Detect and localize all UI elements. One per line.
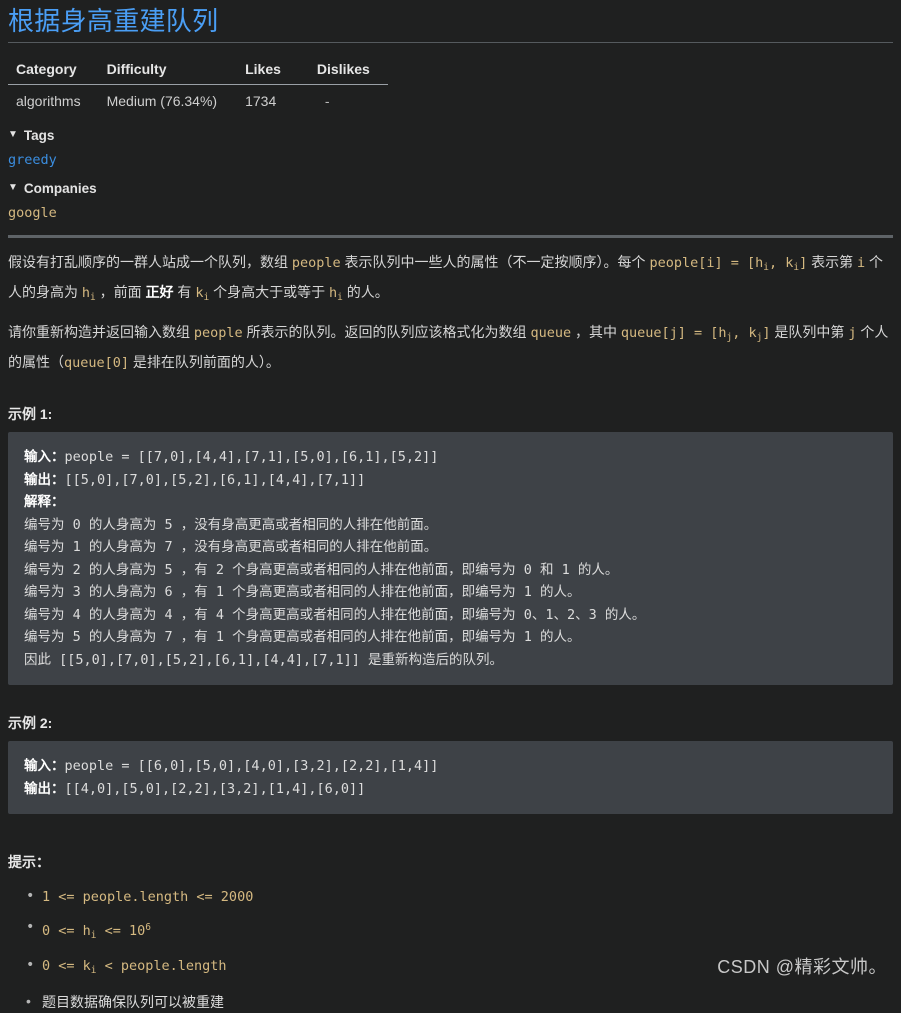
desc1-text-6: 有 bbox=[174, 284, 196, 300]
desc1-text-8: 的人。 bbox=[343, 284, 389, 300]
column-header-likes: Likes bbox=[235, 59, 299, 85]
hints-heading: 提示： bbox=[8, 852, 893, 872]
example1-input-label: 输入： bbox=[24, 449, 65, 465]
description-paragraph-1: 假设有打乱顺序的一群人站成一个队列，数组 people 表示队列中一些人的属性（… bbox=[8, 250, 893, 310]
hint3-pre: 0 <= k bbox=[42, 958, 91, 974]
example-2-heading: 示例 2: bbox=[8, 713, 893, 733]
example-1-heading: 示例 1: bbox=[8, 404, 893, 424]
cell-category: algorithms bbox=[8, 85, 99, 116]
desc1-code-h-1: h bbox=[82, 285, 90, 301]
desc2-text-4: 是队列中第 bbox=[771, 324, 849, 340]
desc2-text-1: 请你重新构造并返回输入数组 bbox=[8, 324, 194, 340]
example1-explain-label: 解释： bbox=[24, 494, 65, 510]
example2-input-label: 输入： bbox=[24, 758, 65, 774]
column-header-category: Category bbox=[8, 59, 99, 85]
desc1-code-i: i bbox=[857, 255, 865, 271]
cell-difficulty: Medium (76.34%) bbox=[99, 85, 236, 116]
desc2-code-bracket: ] bbox=[762, 325, 770, 341]
cell-dislikes: - bbox=[299, 85, 388, 116]
example1-explain-line-1: 编号为 1 的人身高为 7 ，没有身高更高或者相同的人排在他前面。 bbox=[24, 539, 437, 555]
example1-input-value: people = [[7,0],[4,4],[7,1],[5,0],[6,1],… bbox=[65, 449, 439, 465]
example1-explain-line-4: 编号为 4 的人身高为 4 ，有 4 个身高更高或者相同的人排在他前面，即编号为… bbox=[24, 607, 645, 623]
example1-explain-line-0: 编号为 0 的人身高为 5 ，没有身高更高或者相同的人排在他前面。 bbox=[24, 517, 437, 533]
desc2-text-3: ，其中 bbox=[571, 324, 621, 340]
companies-section-label: Companies bbox=[24, 180, 97, 198]
desc1-code-hi: hi bbox=[82, 285, 96, 301]
cell-likes: 1734 bbox=[235, 85, 299, 116]
content-divider bbox=[8, 235, 893, 238]
tags-section-label: Tags bbox=[24, 127, 55, 145]
problem-meta-table: Category Difficulty Likes Dislikes algor… bbox=[8, 59, 388, 115]
column-header-dislikes: Dislikes bbox=[299, 59, 388, 85]
description-paragraph-2: 请你重新构造并返回输入数组 people 所表示的队列。返回的队列应该格式化为数… bbox=[8, 320, 893, 376]
example2-input-value: people = [[6,0],[5,0],[4,0],[3,2],[2,2],… bbox=[65, 758, 439, 774]
problem-page: 根据身高重建队列 Category Difficulty Likes Disli… bbox=[0, 4, 901, 1013]
hint3-post: < people.length bbox=[97, 958, 227, 974]
desc2-code-queue0: queue[0] bbox=[64, 355, 129, 371]
desc2-code-queuej: queue[j] = [hj, kj] bbox=[621, 325, 771, 341]
hint2-pre: 0 <= h bbox=[42, 923, 91, 939]
desc2-code-people: people bbox=[194, 325, 243, 341]
example1-explain-line-3: 编号为 3 的人身高为 6 ，有 1 个身高更高或者相同的人排在他前面，即编号为… bbox=[24, 584, 581, 600]
list-item: 1 <= people.length <= 2000 bbox=[42, 886, 893, 909]
watermark: CSDN @精彩文帅。 bbox=[717, 953, 887, 979]
desc1-text-5: ，前面 bbox=[96, 284, 146, 300]
list-item: 题目数据确保队列可以被重建 bbox=[42, 991, 893, 1013]
desc2-code-queue: queue bbox=[530, 325, 571, 341]
chevron-down-icon[interactable]: ▼ bbox=[8, 179, 18, 197]
hints-list: 1 <= people.length <= 2000 0 <= hi <= 10… bbox=[8, 886, 893, 1013]
tag-greedy[interactable]: greedy bbox=[8, 152, 893, 168]
example1-explain-line-2: 编号为 2 的人身高为 5 ，有 2 个身高更高或者相同的人排在他前面，即编号为… bbox=[24, 562, 618, 578]
example-2-code-block: 输入：people = [[6,0],[5,0],[4,0],[3,2],[2,… bbox=[8, 741, 893, 814]
desc2-code-comma-k: , k bbox=[732, 325, 756, 341]
companies-section: ▼ Companies google bbox=[8, 180, 893, 221]
desc2-text-2: 所表示的队列。返回的队列应该格式化为数组 bbox=[243, 324, 531, 340]
desc1-code-hi-2: hi bbox=[329, 285, 343, 301]
companies-section-header[interactable]: ▼ Companies bbox=[8, 180, 893, 198]
desc2-text-6: 是排在队列前面的人）。 bbox=[129, 354, 280, 370]
desc1-text-2: 表示队列中一些人的属性（不一定按顺序）。每个 bbox=[341, 254, 650, 270]
example1-output-label: 输出： bbox=[24, 472, 65, 488]
desc2-code-eq-h: = [h bbox=[686, 325, 727, 341]
desc1-text-3: 表示第 bbox=[807, 254, 857, 270]
example1-explain-line-6: 因此 [[5,0],[7,0],[5,2],[6,1],[4,4],[7,1]]… bbox=[24, 652, 503, 668]
desc1-text-1: 假设有打乱顺序的一群人站成一个队列，数组 bbox=[8, 254, 292, 270]
desc1-text-7: 个身高大于或等于 bbox=[209, 284, 329, 300]
list-item: 0 <= hi <= 106 bbox=[42, 917, 893, 948]
company-google[interactable]: google bbox=[8, 205, 893, 221]
desc1-code-people: people bbox=[292, 255, 341, 271]
desc1-code-eq-h: = [h bbox=[723, 255, 764, 271]
desc1-code-ki: ki bbox=[195, 285, 209, 301]
hint2-mid: <= 10 bbox=[97, 923, 146, 939]
example1-explain-line-5: 编号为 5 的人身高为 7 ，有 1 个身高更高或者相同的人排在他前面，即编号为… bbox=[24, 629, 581, 645]
desc1-code-peoplei: people[i] = [hi, ki] bbox=[649, 255, 807, 271]
tags-section-header[interactable]: ▼ Tags bbox=[8, 127, 893, 145]
table-row: algorithms Medium (76.34%) 1734 - bbox=[8, 85, 388, 116]
desc1-bold-exactly: 正好 bbox=[146, 284, 174, 300]
page-title: 根据身高重建队列 bbox=[8, 4, 893, 42]
desc1-code-comma-k: , k bbox=[769, 255, 793, 271]
title-divider bbox=[8, 42, 893, 43]
desc1-code-h-2: h bbox=[329, 285, 337, 301]
example2-output-label: 输出： bbox=[24, 781, 65, 797]
desc1-code-peoplei-text: people[i] bbox=[649, 255, 722, 271]
example2-output-value: [[4,0],[5,0],[2,2],[3,2],[1,4],[6,0]] bbox=[65, 781, 366, 797]
desc2-code-queuej-text: queue[j] bbox=[621, 325, 686, 341]
example1-output-value: [[5,0],[7,0],[5,2],[6,1],[4,4],[7,1]] bbox=[65, 472, 366, 488]
hint2-sup: 6 bbox=[145, 922, 151, 933]
tags-section: ▼ Tags greedy bbox=[8, 127, 893, 168]
column-header-difficulty: Difficulty bbox=[99, 59, 236, 85]
chevron-down-icon[interactable]: ▼ bbox=[8, 126, 18, 144]
example-1-code-block: 输入：people = [[7,0],[4,4],[7,1],[5,0],[6,… bbox=[8, 432, 893, 685]
table-header-row: Category Difficulty Likes Dislikes bbox=[8, 59, 388, 85]
